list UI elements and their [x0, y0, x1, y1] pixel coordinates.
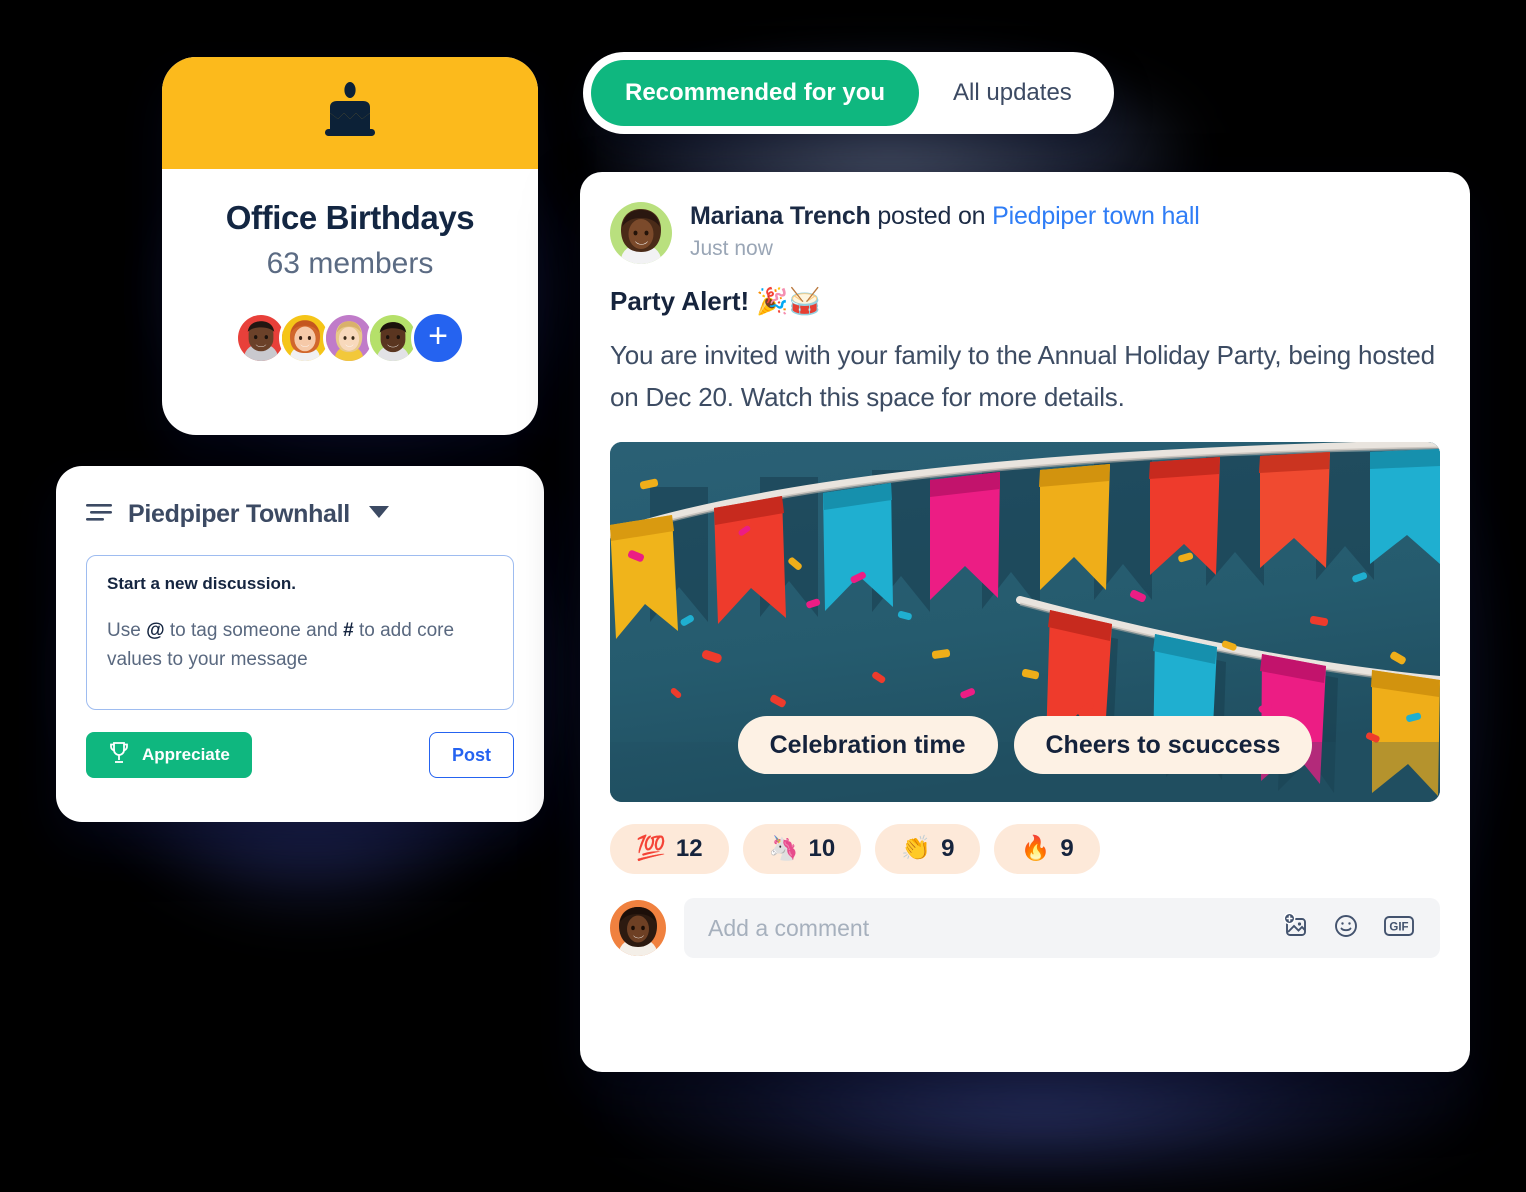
fire-emoji-icon: 🔥	[1020, 835, 1051, 863]
reaction-fire[interactable]: 🔥 9	[994, 824, 1100, 875]
feed-tabbar: Recommended for you All updates	[583, 52, 1114, 134]
comment-placeholder: Add a comment	[708, 914, 870, 941]
post-action-text: posted on	[870, 202, 993, 230]
appreciate-button[interactable]: Appreciate	[86, 732, 252, 778]
composer-hint: Use @ to tag someone and # to add core v…	[107, 616, 493, 675]
banner-chip-cheers[interactable]: Cheers to scuccess	[1013, 716, 1313, 775]
post-meta-line: Mariana Trench posted on Piedpiper town …	[690, 202, 1200, 231]
current-user-avatar[interactable]	[610, 900, 666, 957]
chevron-down-icon[interactable]	[368, 505, 390, 524]
reaction-unicorn-count: 10	[808, 835, 836, 863]
comment-input[interactable]: Add a comment GIF	[684, 898, 1440, 959]
post-author-name: Mariana Trench	[690, 202, 871, 230]
composer-hint-mid: to tag someone and	[164, 620, 344, 641]
add-member-label: +	[428, 317, 448, 355]
townhall-header[interactable]: Piedpiper Townhall	[86, 500, 514, 529]
reaction-clap-count: 9	[941, 835, 955, 863]
reaction-hundred[interactable]: 💯 12	[610, 824, 729, 875]
trophy-icon	[108, 741, 130, 770]
composer-hint-at: @	[146, 620, 165, 641]
townhall-actions: Appreciate Post	[86, 732, 514, 778]
reaction-clap[interactable]: 👏 9	[875, 824, 981, 875]
post-header-text: Mariana Trench posted on Piedpiper town …	[690, 202, 1200, 261]
add-image-icon[interactable]	[1282, 912, 1310, 945]
birthday-card-member-count: 63 members	[266, 247, 434, 280]
comment-row: Add a comment GIF	[610, 898, 1440, 959]
post-timestamp: Just now	[690, 237, 773, 260]
discussion-composer[interactable]: Start a new discussion. Use @ to tag som…	[86, 555, 514, 710]
townhall-title: Piedpiper Townhall	[128, 500, 350, 528]
post-title: Party Alert! 🎉🥁	[610, 286, 822, 316]
reaction-row: 💯 12 🦄 10 👏 9 🔥 9	[610, 824, 1440, 875]
list-lines-icon[interactable]	[86, 501, 114, 528]
composer-hint-pre: Use	[107, 620, 147, 641]
gif-icon[interactable]: GIF	[1382, 912, 1416, 945]
composer-hint-hash: #	[343, 620, 354, 641]
banner-chip-celebration[interactable]: Celebration time	[737, 716, 998, 775]
banner-chip-row: Celebration time Cheers to scuccess	[610, 716, 1440, 775]
birthday-card-banner	[162, 57, 538, 169]
hundred-emoji-icon: 💯	[636, 835, 666, 863]
post-header: Mariana Trench posted on Piedpiper town …	[610, 202, 1440, 264]
comment-icon-group: GIF	[1282, 912, 1416, 945]
birthday-avatar-row: +	[182, 311, 518, 365]
post-button[interactable]: Post	[428, 732, 514, 778]
svg-text:GIF: GIF	[1389, 921, 1408, 933]
add-member-button[interactable]: +	[411, 311, 465, 365]
clap-emoji-icon: 👏	[901, 835, 932, 863]
birthday-card-title: Office Birthdays	[225, 199, 475, 236]
birthday-card-body: Office Birthdays 63 members +	[162, 169, 538, 365]
office-birthdays-card[interactable]: Office Birthdays 63 members +	[162, 57, 538, 435]
reaction-fire-count: 9	[1060, 835, 1074, 863]
post-author-avatar[interactable]	[610, 202, 672, 264]
tab-recommended-for-you[interactable]: Recommended for you	[591, 60, 920, 126]
screenshot-stage: Office Birthdays 63 members + Piedpiper …	[0, 0, 1526, 1192]
birthday-cake-icon	[318, 82, 382, 144]
post-banner-image[interactable]: Celebration time Cheers to scuccess	[610, 442, 1440, 803]
appreciate-button-label: Appreciate	[142, 745, 230, 764]
reaction-unicorn[interactable]: 🦄 10	[742, 824, 862, 875]
post-card: Mariana Trench posted on Piedpiper town …	[580, 172, 1470, 1072]
reaction-hundred-count: 12	[675, 835, 703, 863]
piedpiper-townhall-card: Piedpiper Townhall Start a new discussio…	[56, 466, 544, 822]
unicorn-emoji-icon: 🦄	[768, 835, 799, 863]
emoji-smiley-icon[interactable]	[1332, 912, 1360, 945]
post-body: You are invited with your family to the …	[610, 340, 1435, 412]
post-channel-link[interactable]: Piedpiper town hall	[992, 202, 1200, 230]
tab-all-updates[interactable]: All updates	[919, 60, 1106, 126]
composer-heading: Start a new discussion.	[107, 574, 296, 593]
